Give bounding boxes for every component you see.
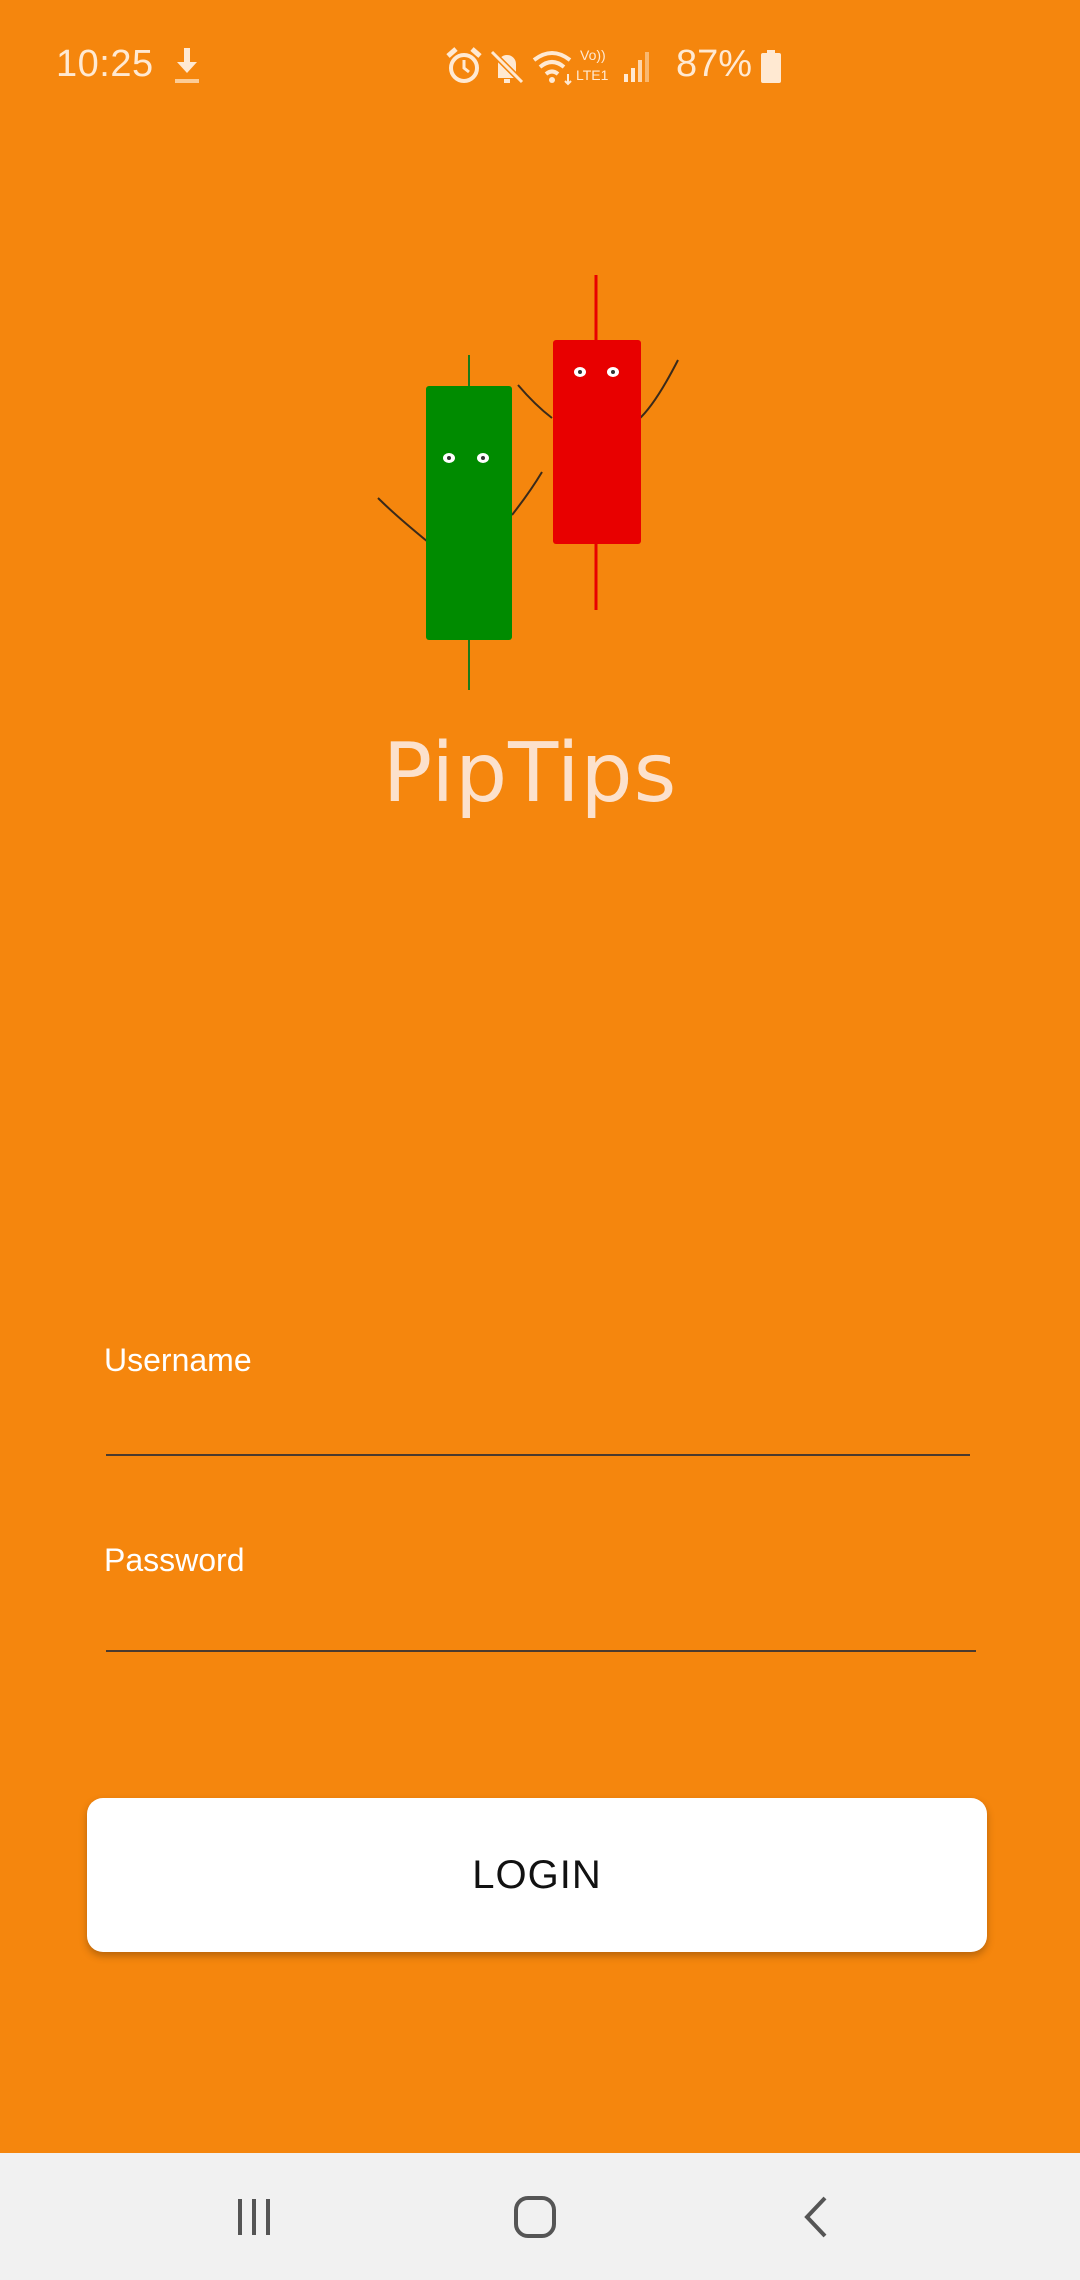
back-button[interactable] (717, 2153, 917, 2280)
alarm-icon (446, 47, 482, 83)
red-candle-body (553, 340, 641, 544)
mute-icon (489, 49, 525, 85)
status-bar: 10:25 Vo)) LTE1 87% (0, 0, 1080, 135)
volte-lte-icon: Vo)) LTE1 (576, 47, 609, 83)
app-name: PipTips (382, 726, 678, 821)
password-input[interactable] (106, 1588, 976, 1652)
battery-percent: 87% (676, 43, 753, 85)
green-candle-body (426, 386, 512, 640)
wifi-icon (532, 51, 572, 86)
svg-text:LTE1: LTE1 (576, 67, 609, 83)
candlestick-characters-logo (377, 275, 679, 690)
home-button[interactable] (435, 2153, 635, 2280)
username-field: Username (104, 1340, 970, 1480)
home-icon (514, 2195, 556, 2238)
username-label: Username (104, 1342, 252, 1378)
navigation-bar (0, 2153, 1080, 2280)
green-candle-left-arm (377, 497, 429, 543)
back-icon (804, 2196, 827, 2237)
green-candle-right-arm (511, 471, 543, 516)
password-label: Password (104, 1542, 245, 1578)
download-icon (175, 48, 199, 83)
status-icons: Vo)) LTE1 (444, 44, 654, 88)
svg-text:Vo)): Vo)) (580, 47, 606, 63)
password-field: Password (104, 1540, 976, 1680)
recents-icon (238, 2198, 270, 2235)
red-candle-right-arm (637, 359, 679, 421)
recents-button[interactable] (154, 2153, 354, 2280)
signal-icon (624, 52, 649, 82)
battery-icon (761, 50, 781, 83)
login-screen: 10:25 Vo)) LTE1 87% PipTips Username Pas… (0, 0, 1080, 2280)
login-button[interactable]: LOGIN (87, 1798, 987, 1952)
red-candle-left-arm (517, 384, 553, 419)
username-input[interactable] (106, 1392, 970, 1456)
status-time: 10:25 (56, 43, 154, 85)
